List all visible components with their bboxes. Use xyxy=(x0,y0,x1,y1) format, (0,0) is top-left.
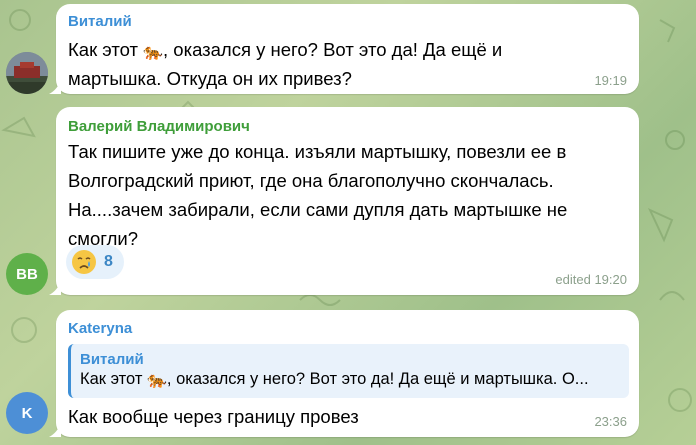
reaction-count: 8 xyxy=(104,253,113,270)
avatar[interactable]: BB xyxy=(6,253,48,295)
reply-quote[interactable]: Виталий Как этот 🐅, оказался у него? Вот… xyxy=(68,344,629,398)
message-time: edited 19:20 xyxy=(555,272,627,287)
avatar-initials: BB xyxy=(16,265,38,283)
reply-text: Как этот 🐅, оказался у него? Вот это да!… xyxy=(80,370,589,389)
message-text: Так пишите уже до конца. изъяли мартышку… xyxy=(68,141,568,249)
sender-name[interactable]: Kateryna xyxy=(68,320,132,337)
reaction-button[interactable]: 8 xyxy=(66,245,124,279)
tiger-emoji-icon: 🐅 xyxy=(143,44,164,61)
avatar[interactable]: K xyxy=(6,392,48,434)
message-time: 23:36 xyxy=(594,414,627,429)
crying-face-icon xyxy=(72,250,96,274)
message-bubble[interactable]: Валерий Владимирович Так пишите уже до к… xyxy=(49,107,639,295)
sender-name[interactable]: Виталий xyxy=(68,13,132,30)
message-text: Как вообще через границу провез xyxy=(68,406,359,427)
message-bubble[interactable]: Виталий Как этот 🐅, оказался у него? Вот… xyxy=(49,4,639,94)
message-text: Как этот 🐅, оказался у него? Вот это да!… xyxy=(68,39,503,89)
bubble-tail xyxy=(49,423,61,437)
message-time: 19:19 xyxy=(594,73,627,88)
avatar-initials: K xyxy=(21,404,33,422)
reply-sender-name: Виталий xyxy=(80,351,144,368)
bubble-tail xyxy=(49,80,61,94)
sender-name[interactable]: Валерий Владимирович xyxy=(68,118,250,135)
message-bubble[interactable]: Kateryna Виталий Как этот 🐅, оказался у … xyxy=(49,310,639,437)
tiger-emoji-icon: 🐅 xyxy=(146,372,167,389)
bubble-tail xyxy=(49,281,61,295)
landscape-photo-avatar-icon xyxy=(6,52,48,94)
avatar[interactable] xyxy=(6,52,48,94)
